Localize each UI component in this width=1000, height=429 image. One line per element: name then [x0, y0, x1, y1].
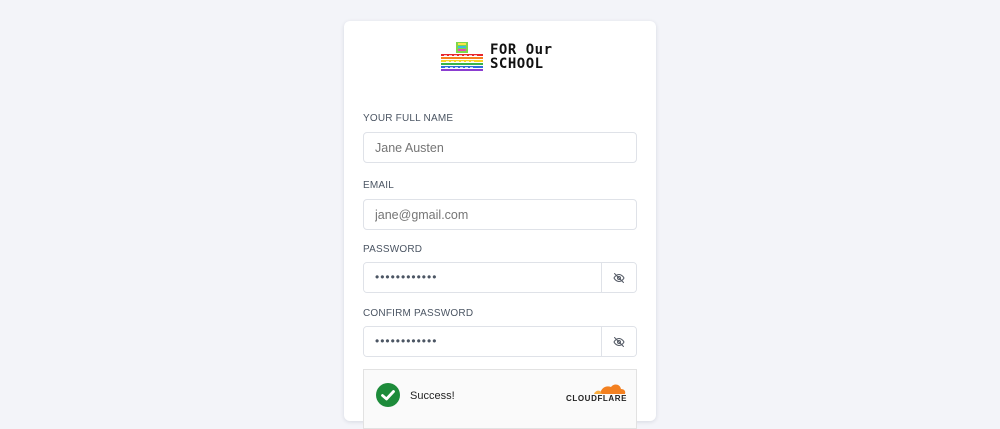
school-logo: FOR Our SCHOOL — [440, 39, 564, 75]
captcha-status-text: Success! — [410, 390, 455, 402]
email-label: EMAIL — [363, 180, 395, 191]
logo-line-2: SCHOOL — [490, 56, 544, 72]
password-label: PASSWORD — [363, 244, 423, 255]
school-logo-wordmark: FOR Our SCHOOL — [490, 43, 553, 71]
rainbow-keyboard-logo-icon — [441, 42, 483, 71]
cloudflare-turnstile-widget[interactable]: Success! CLOUDFLARE — [363, 369, 637, 429]
signup-card: FOR Our SCHOOL YOUR FULL NAME EMAIL PASS… — [344, 21, 656, 429]
full-name-input[interactable] — [363, 132, 637, 163]
check-circle-icon — [376, 383, 400, 407]
confirm-password-visibility-toggle[interactable] — [601, 327, 636, 356]
logo-line-1: FOR Our — [490, 42, 553, 58]
password-field-group — [363, 262, 637, 293]
eye-slash-icon — [613, 272, 625, 283]
password-input[interactable] — [364, 263, 601, 292]
confirm-password-field-group — [363, 326, 637, 357]
full-name-label: YOUR FULL NAME — [363, 113, 454, 124]
password-visibility-toggle[interactable] — [601, 263, 636, 292]
confirm-password-label: CONFIRM PASSWORD — [363, 308, 474, 319]
eye-slash-icon — [613, 336, 625, 347]
email-input[interactable] — [363, 199, 637, 230]
confirm-password-input[interactable] — [364, 327, 601, 356]
cloudflare-wordmark: CLOUDFLARE — [566, 394, 628, 403]
